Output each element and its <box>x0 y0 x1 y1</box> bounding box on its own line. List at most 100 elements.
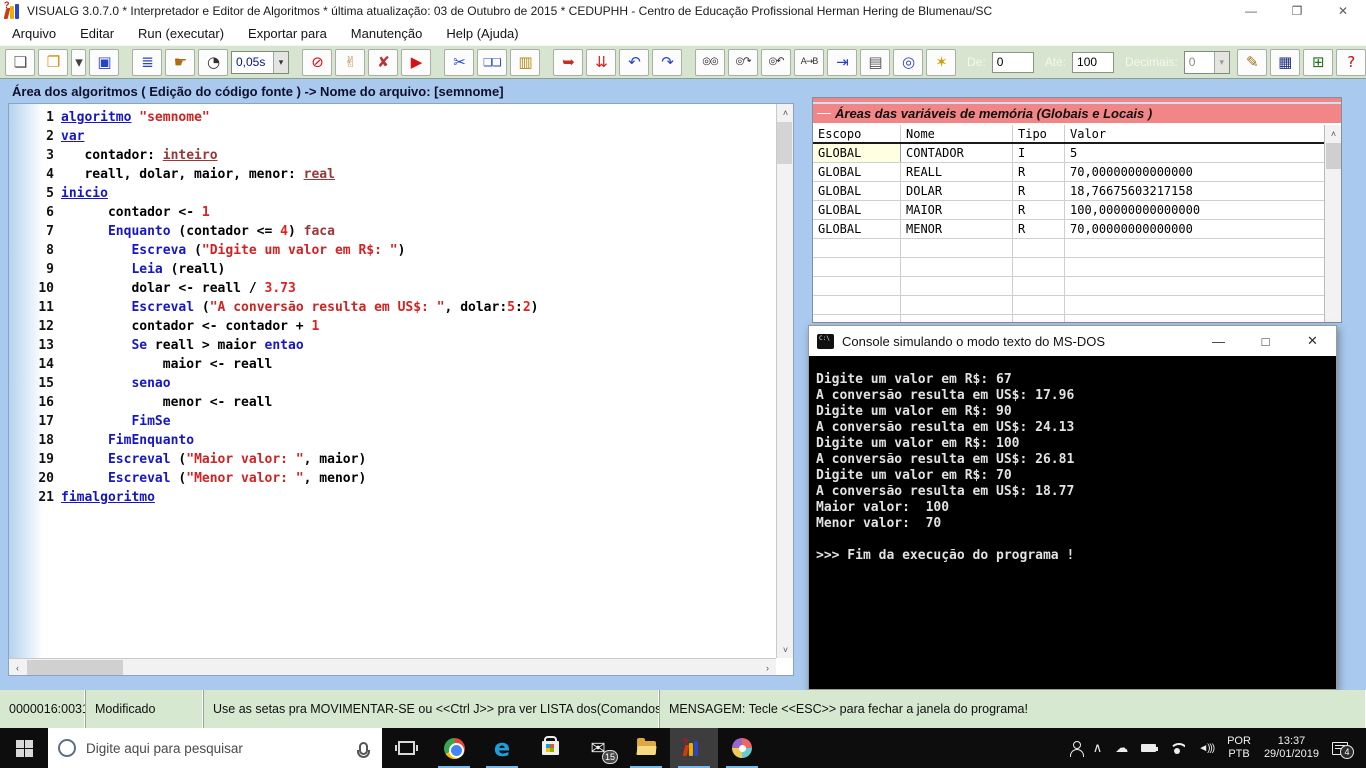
scroll-up-icon[interactable]: ˄ <box>777 104 794 121</box>
no-pause-button[interactable]: ✘ <box>368 49 398 76</box>
ascii-table-button[interactable]: ⊞ <box>1303 49 1333 76</box>
find-button[interactable]: ◎◎ <box>695 49 725 76</box>
taskbar-clock[interactable]: 13:37 29/01/2019 <box>1264 735 1319 761</box>
console-close-button[interactable]: ✕ <box>1289 326 1336 356</box>
menu-item-exportar-para[interactable]: Exportar para <box>248 26 327 41</box>
variable-cell[interactable]: MENOR <box>901 220 1013 238</box>
code-editor[interactable]: 1algoritmo "semnome"2var3 contador: inte… <box>8 103 794 676</box>
variable-cell[interactable]: I <box>1013 144 1065 162</box>
decimais-combobox[interactable]: 0 ▾ <box>1184 51 1230 74</box>
microphone-icon[interactable] <box>359 742 368 755</box>
menu-item-manuten-o[interactable]: Manutenção <box>351 26 423 41</box>
syntax-check-button[interactable]: ✶ <box>926 49 956 76</box>
console-output[interactable]: Digite um valor em R$: 67A conversão res… <box>809 356 1336 689</box>
variable-row-contador[interactable]: GLOBALCONTADORI5 <box>813 144 1324 163</box>
edit-notes-button[interactable]: ✎ <box>1237 49 1267 76</box>
store-button[interactable] <box>526 728 574 768</box>
export-block-button[interactable]: ➥ <box>553 49 583 76</box>
auto-indent-button[interactable]: ≣ <box>132 49 162 76</box>
people-icon[interactable] <box>1072 744 1080 752</box>
minimize-button[interactable]: — <box>1228 0 1274 22</box>
variable-cell[interactable]: 100,00000000000000 <box>1065 201 1324 219</box>
code-pane[interactable]: 1algoritmo "semnome"2var3 contador: inte… <box>9 104 776 658</box>
variable-cell[interactable]: GLOBAL <box>813 144 901 162</box>
onedrive-icon[interactable]: ☁ <box>1115 740 1128 756</box>
open-file-dropdown[interactable]: ▾ <box>71 49 86 76</box>
variables-table[interactable]: EscopoNomeTipoValorGLOBALCONTADORI5GLOBA… <box>813 125 1324 322</box>
stop-button[interactable]: ⊘ <box>302 49 332 76</box>
menu-item-arquivo[interactable]: Arquivo <box>12 26 56 41</box>
restore-button[interactable]: ❐ <box>1274 0 1320 22</box>
replace-button[interactable]: A→B <box>794 49 824 76</box>
variable-cell[interactable]: R <box>1013 201 1065 219</box>
menu-item-editar[interactable]: Editar <box>80 26 114 41</box>
open-file-button[interactable]: ❐ <box>38 49 68 76</box>
variable-row-menor[interactable]: GLOBALMENORR70,00000000000000 <box>813 220 1324 239</box>
close-button[interactable]: ✕ <box>1320 0 1366 22</box>
save-button[interactable]: ▣ <box>89 49 119 76</box>
find-next-button[interactable]: ◎↷ <box>728 49 758 76</box>
variable-cell[interactable]: 70,00000000000000 <box>1065 163 1324 181</box>
new-file-button[interactable]: ❏ <box>5 49 35 76</box>
calculator-button[interactable]: ▦ <box>1270 49 1300 76</box>
delay-combobox[interactable]: 0,05s ▾ <box>231 51 289 74</box>
menu-item-help-ajuda[interactable]: Help (Ajuda) <box>446 26 518 41</box>
file-explorer-button[interactable] <box>622 728 670 768</box>
de-input[interactable] <box>992 52 1034 73</box>
undo-button[interactable]: ↶ <box>619 49 649 76</box>
pause-button[interactable]: ✌ <box>335 49 365 76</box>
merge-lines-button[interactable]: ⇊ <box>586 49 616 76</box>
variable-cell[interactable]: MAIOR <box>901 201 1013 219</box>
mail-button[interactable]: ✉ 15 <box>574 728 622 768</box>
scroll-right-icon[interactable]: › <box>759 659 776 676</box>
variable-cell[interactable]: GLOBAL <box>813 163 901 181</box>
variables-scrollbar[interactable]: ˄ <box>1324 125 1341 322</box>
editor-vertical-scrollbar[interactable]: ˄ ˅ <box>776 104 793 658</box>
variable-cell[interactable]: GLOBAL <box>813 182 901 200</box>
editor-horizontal-scrollbar[interactable]: ‹ › <box>9 658 776 675</box>
paste-button[interactable]: ▥ <box>510 49 540 76</box>
cut-button[interactable]: ✂ <box>444 49 474 76</box>
ate-input[interactable] <box>1072 52 1114 73</box>
scroll-up-icon[interactable]: ˄ <box>1325 125 1342 142</box>
taskbar-search-input[interactable]: Digite aqui para pesquisar <box>48 728 382 768</box>
console-minimize-button[interactable]: — <box>1195 326 1242 356</box>
variable-row-dolar[interactable]: GLOBALDOLARR18,76675603217158 <box>813 182 1324 201</box>
task-view-button[interactable] <box>382 728 430 768</box>
print-button[interactable]: ▤ <box>860 49 890 76</box>
variable-cell[interactable]: GLOBAL <box>813 201 901 219</box>
notification-center-button[interactable]: 4 <box>1332 742 1348 755</box>
copy-button[interactable]: ❏❏ <box>477 49 507 76</box>
redo-button[interactable]: ↷ <box>652 49 682 76</box>
variable-cell[interactable]: 70,00000000000000 <box>1065 220 1324 238</box>
exec-delay-button[interactable]: ◔ <box>198 49 228 76</box>
scroll-thumb[interactable] <box>27 660 123 675</box>
scroll-left-icon[interactable]: ‹ <box>9 659 26 676</box>
variable-cell[interactable]: DOLAR <box>901 182 1013 200</box>
help-book-button[interactable]: ? <box>1336 49 1366 76</box>
visualg-taskbar-button[interactable]: ? <box>670 728 718 768</box>
scroll-thumb[interactable] <box>1326 143 1341 169</box>
variable-cell[interactable]: 18,76675603217158 <box>1065 182 1324 200</box>
edge-button[interactable]: e <box>478 728 526 768</box>
variable-cell[interactable]: R <box>1013 182 1065 200</box>
battery-icon[interactable] <box>1141 744 1156 752</box>
run-button[interactable]: ▶ <box>401 49 431 76</box>
variable-cell[interactable]: CONTADOR <box>901 144 1013 162</box>
chevron-up-icon[interactable]: ∧ <box>1093 740 1103 756</box>
start-button[interactable] <box>0 728 48 768</box>
volume-icon[interactable]: ◄))) <box>1198 743 1214 754</box>
variable-row-maior[interactable]: GLOBALMAIORR100,00000000000000 <box>813 201 1324 220</box>
highlight-exec-line-button[interactable]: ☛ <box>165 49 195 76</box>
print-preview-button[interactable]: ◎ <box>893 49 923 76</box>
variable-cell[interactable]: GLOBAL <box>813 220 901 238</box>
chrome-button[interactable] <box>430 728 478 768</box>
find-previous-button[interactable]: ◎↶ <box>761 49 791 76</box>
wifi-icon[interactable] <box>1169 743 1185 754</box>
chevron-down-icon[interactable]: ▾ <box>273 52 288 73</box>
paint-button[interactable] <box>718 728 766 768</box>
variable-cell[interactable]: REALL <box>901 163 1013 181</box>
scroll-thumb[interactable] <box>777 122 792 164</box>
language-indicator[interactable]: POR PTB <box>1227 735 1251 761</box>
variable-cell[interactable]: 5 <box>1065 144 1324 162</box>
